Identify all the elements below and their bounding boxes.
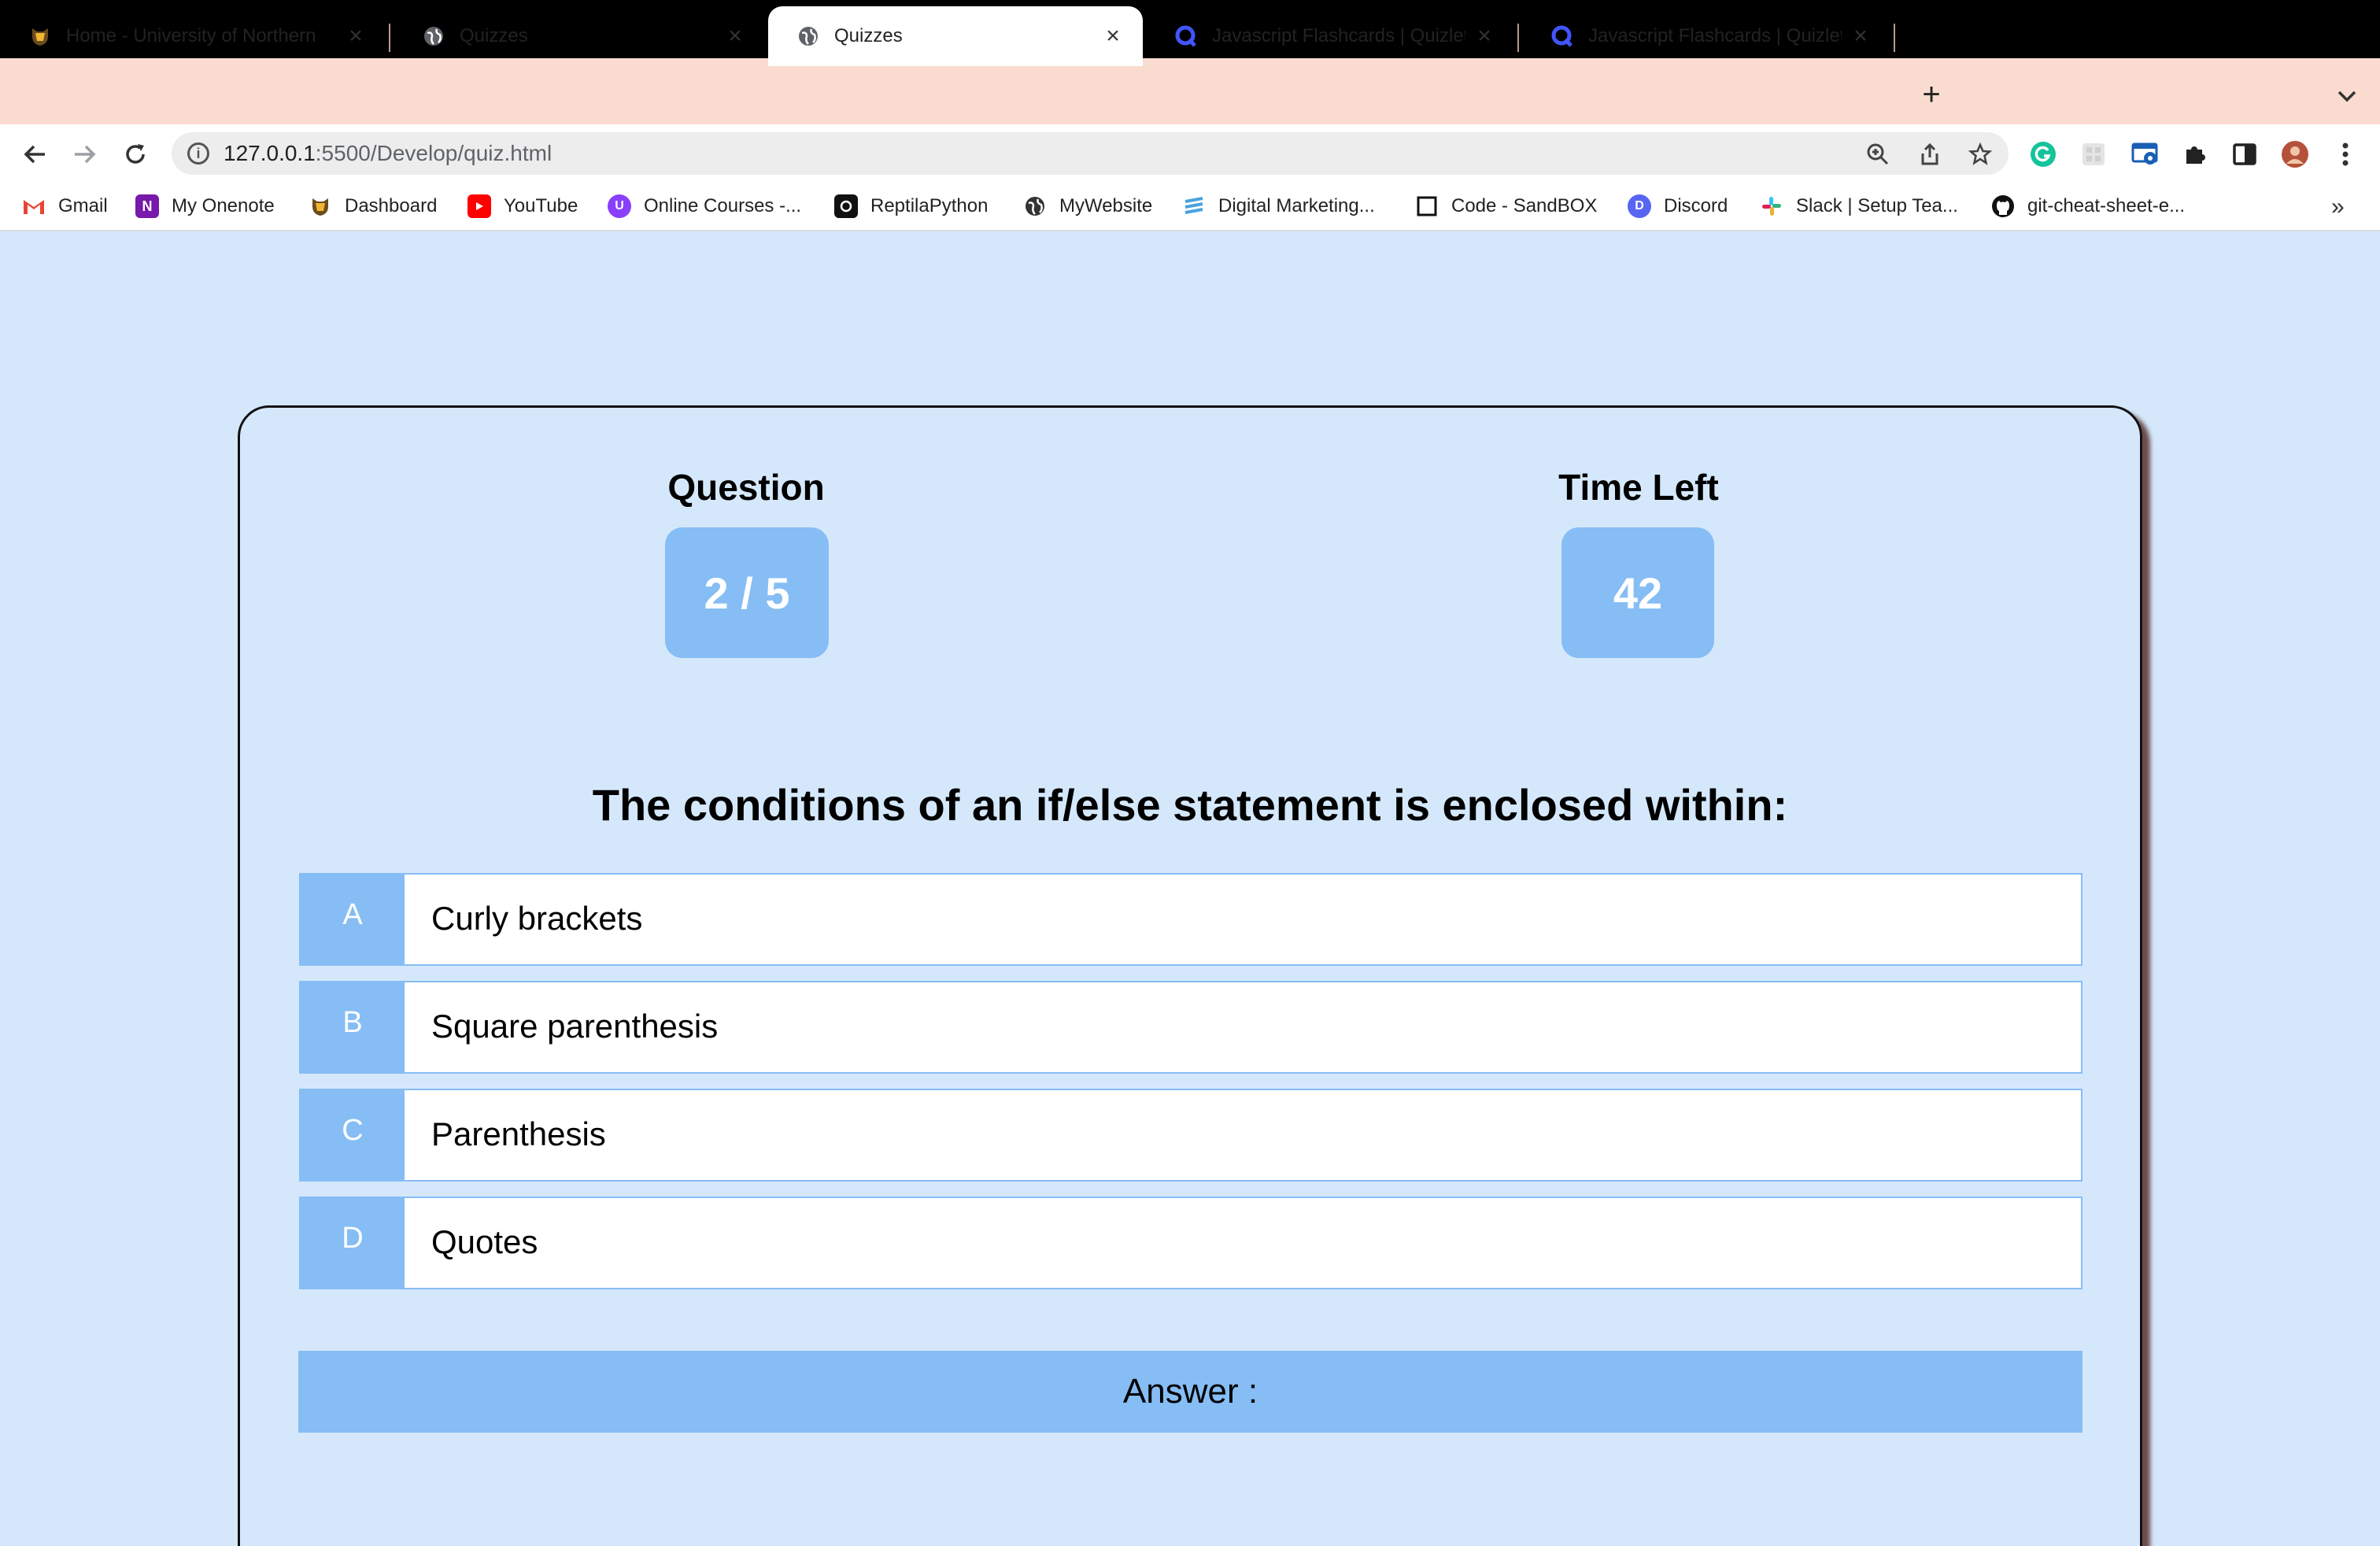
slack-icon [1760, 194, 1783, 218]
bookmark-discord[interactable]: D Discord [1628, 190, 1728, 222]
screen-capture-icon[interactable] [2130, 139, 2161, 170]
tab-strip [0, 58, 2380, 124]
option-text: Curly brackets [431, 900, 643, 937]
question-counter-label: Question [667, 467, 825, 508]
site-info-icon[interactable]: i [187, 142, 209, 165]
tab-title: Quizzes [834, 25, 903, 46]
tab-title: Javascript Flashcards | Quizlet [1588, 25, 1842, 46]
chevron-down-icon[interactable] [2333, 82, 2361, 110]
bookmark-mywebsite[interactable]: MyWebsite [1023, 190, 1152, 222]
url-text: 127.0.0.1:5500/Develop/quiz.html [224, 141, 552, 165]
bookmark-git-cheat-sheet[interactable]: git-cheat-sheet-e... [1991, 190, 2185, 222]
quizlet-icon [1550, 24, 1574, 48]
university-bear-icon [28, 24, 52, 48]
side-panel-icon[interactable] [2229, 139, 2260, 170]
globe-icon [796, 24, 820, 48]
bookmark-dashboard[interactable]: Dashboard [309, 190, 437, 222]
tab-close-icon[interactable]: × [724, 23, 746, 49]
bookmark-gmail[interactable]: Gmail [22, 190, 108, 222]
reptila-icon [834, 194, 858, 218]
courses-icon: U [608, 194, 631, 218]
onenote-icon: N [135, 194, 159, 218]
back-arrow-icon[interactable] [19, 139, 50, 170]
bookmarks-overflow-button[interactable]: » [2331, 194, 2345, 220]
bookmark-reptilapython[interactable]: ReptilaPython [834, 190, 988, 222]
globe-icon [422, 24, 445, 48]
time-left-label: Time Left [1558, 467, 1719, 508]
option-text: Quotes [431, 1223, 538, 1260]
profile-avatar[interactable] [2279, 139, 2311, 170]
bookmark-star-icon[interactable] [1968, 142, 1993, 167]
new-tab-button[interactable]: + [1916, 79, 1947, 110]
bookmark-my-onenote[interactable]: N My Onenote [135, 190, 275, 222]
option-text: Parenthesis [431, 1115, 606, 1152]
tab-quizlet-2[interactable]: Javascript Flashcards | Quizlet × [1522, 6, 1890, 66]
share-icon[interactable] [1917, 142, 1942, 167]
answer-option-d[interactable]: D Quotes [299, 1196, 2082, 1289]
tab-title: Javascript Flashcards | Quizlet [1212, 25, 1465, 46]
globe-icon [1023, 194, 1047, 218]
tab-home-university[interactable]: Home - University of Northern × [0, 6, 386, 66]
tab-quizlet-1[interactable]: Javascript Flashcards | Quizlet × [1146, 6, 1514, 66]
discord-icon: D [1628, 194, 1651, 218]
address-bar[interactable]: i 127.0.0.1:5500/Develop/quiz.html [172, 132, 2009, 175]
reload-icon[interactable] [120, 139, 151, 170]
tab-separator [1517, 24, 1519, 52]
grammarly-icon[interactable] [2027, 139, 2059, 170]
bookmarks-bar: Gmail N My Onenote Dashboard YouTube U O… [0, 181, 2380, 231]
time-left-counter: 42 [1561, 527, 1714, 658]
answer-option-a[interactable]: A Curly brackets [299, 873, 2082, 966]
answer-option-c[interactable]: C Parenthesis [299, 1089, 2082, 1182]
tab-quizzes-active[interactable]: Quizzes × [768, 6, 1143, 66]
tab-close-icon[interactable]: × [1102, 23, 1124, 49]
bookmark-code-sandbox[interactable]: Code - SandBOX [1415, 190, 1597, 222]
university-bear-icon [309, 194, 332, 218]
option-letter: A [301, 875, 405, 964]
github-icon [1991, 194, 2015, 218]
gmail-icon [22, 194, 46, 218]
bookmark-online-courses[interactable]: U Online Courses -... [608, 190, 801, 222]
option-letter: B [301, 982, 405, 1072]
tab-quizzes-1[interactable]: Quizzes × [394, 6, 765, 66]
forward-arrow-icon[interactable] [69, 139, 101, 170]
tab-close-icon[interactable]: × [1850, 23, 1872, 49]
zoom-icon[interactable] [1865, 142, 1890, 167]
tab-title: Home - University of Northern [66, 25, 316, 46]
option-text: Square parenthesis [431, 1008, 719, 1045]
puzzle-extensions-icon[interactable] [2179, 139, 2210, 170]
question-counter: 2 / 5 [665, 527, 829, 658]
bookmark-slack[interactable]: Slack | Setup Tea... [1760, 190, 1958, 222]
option-letter: C [301, 1090, 405, 1180]
option-letter: D [301, 1198, 405, 1288]
tab-separator [389, 24, 390, 52]
bookmark-digital-marketing[interactable]: Digital Marketing... [1182, 190, 1375, 222]
quizlet-icon [1174, 24, 1198, 48]
kebab-menu-icon[interactable] [2330, 139, 2361, 170]
question-text: The conditions of an if/else statement i… [592, 780, 1788, 830]
tab-close-icon[interactable]: × [345, 23, 367, 49]
marketing-icon [1182, 194, 1206, 218]
bookmark-youtube[interactable]: YouTube [468, 190, 578, 222]
answer-feedback-bar: Answer : [298, 1351, 2082, 1433]
answer-option-b[interactable]: B Square parenthesis [299, 981, 2082, 1074]
tab-close-icon[interactable]: × [1473, 23, 1495, 49]
tab-separator [1894, 24, 1895, 52]
sandbox-icon [1415, 194, 1439, 218]
extension-grid-icon[interactable] [2078, 139, 2109, 170]
youtube-icon [468, 194, 491, 218]
tab-title: Quizzes [460, 25, 528, 46]
